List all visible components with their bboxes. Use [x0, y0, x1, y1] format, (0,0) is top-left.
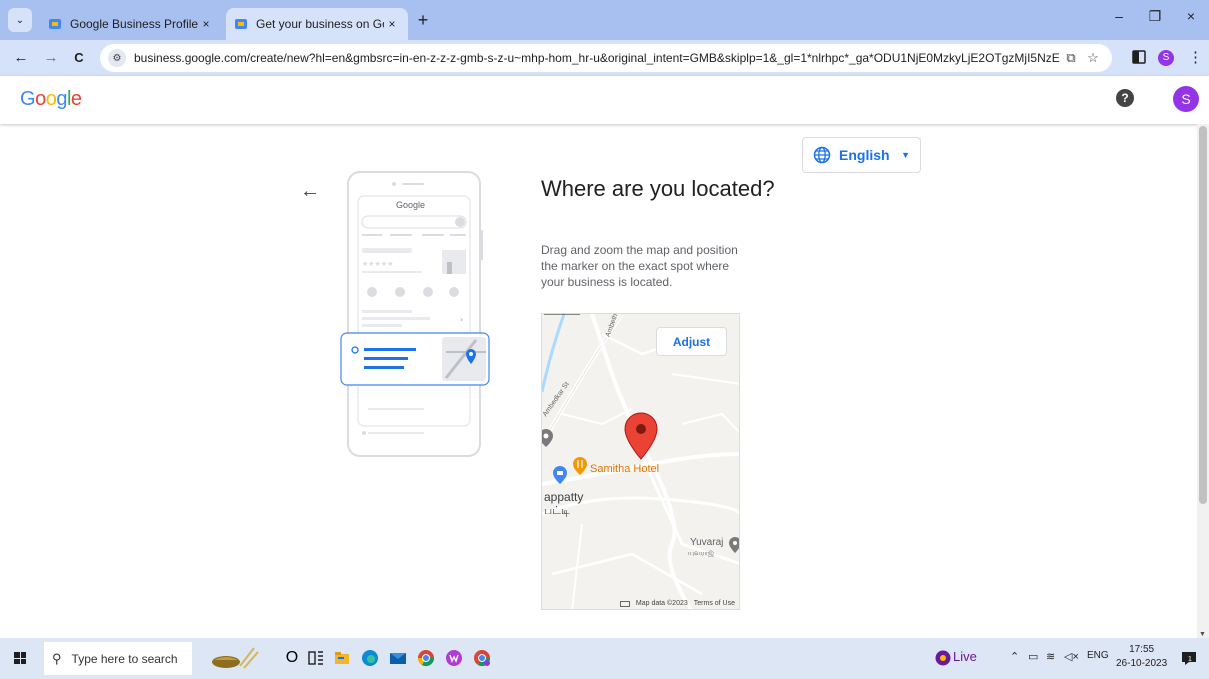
browser-menu-icon[interactable]: ⋮ [1188, 48, 1203, 66]
tray-overflow-icon[interactable]: ⌃ [1010, 650, 1019, 663]
place-label-tamil: யுவராஜ் [688, 550, 714, 557]
live-label[interactable]: Live [953, 649, 977, 664]
page-title: Where are you located? [541, 176, 775, 201]
illustration-google-wordmark: Google [396, 200, 426, 210]
search-placeholder: Type here to search [71, 651, 178, 666]
windows-taskbar: ⚲ Type here to search O Live ⌃ ▭ ≋ ◁× EN… [0, 638, 1209, 679]
chrome-icon[interactable] [416, 648, 436, 668]
language-label: English [839, 147, 890, 163]
file-explorer-icon[interactable] [332, 648, 352, 668]
shopping-pin-icon [553, 466, 567, 484]
tab-search-button[interactable]: ⌄ [8, 8, 32, 32]
page-header: Google ? S [0, 76, 1209, 124]
location-marker-icon[interactable] [624, 412, 658, 460]
tab-title: Google Business Profile – Get l [70, 17, 198, 31]
mail-icon[interactable] [388, 648, 408, 668]
windows-start-icon[interactable] [14, 652, 26, 664]
google-logo[interactable]: Google [20, 88, 82, 111]
address-bar[interactable]: ⚙ business.google.com/create/new?hl=en&g… [100, 44, 1112, 72]
place-pin-icon [729, 537, 739, 553]
site-info-icon[interactable]: ⚙ [108, 49, 126, 67]
browser-toolbar: ← → C ⚙ business.google.com/create/new?h… [0, 40, 1209, 76]
tab-close-icon[interactable]: × [198, 17, 214, 31]
chevron-down-icon: ▼ [901, 150, 910, 160]
svg-text:›: › [460, 315, 463, 324]
browser-tab-bar: ⌄ Google Business Profile – Get l × Get … [0, 0, 1209, 40]
account-avatar[interactable]: S [1173, 86, 1199, 112]
reload-button[interactable]: C [68, 48, 90, 70]
new-tab-button[interactable]: + [412, 10, 434, 32]
business-profile-favicon-icon [48, 17, 62, 31]
terms-of-use-link[interactable]: Terms of Use [694, 600, 735, 607]
map-data-label: Map data ©2023 [635, 600, 688, 607]
back-button[interactable]: ← [10, 48, 32, 70]
tab-title: Get your business on Google [256, 17, 384, 31]
notification-center-icon[interactable]: 1 [1180, 649, 1198, 667]
url-text[interactable]: business.google.com/create/new?hl=en&gmb… [134, 51, 1060, 65]
tab-google-business-profile[interactable]: Google Business Profile – Get l × [40, 8, 222, 40]
language-selector[interactable]: English ▼ [802, 137, 921, 173]
globe-icon [813, 146, 831, 164]
place-label: appatty [544, 490, 584, 504]
diya-widget-icon[interactable] [210, 646, 260, 670]
tab-get-your-business[interactable]: Get your business on Google × [226, 8, 408, 40]
map-footer: Map data ©2023 Terms of Use [619, 600, 735, 607]
taskbar-search[interactable]: ⚲ Type here to search [44, 642, 192, 675]
close-window-button[interactable]: × [1176, 8, 1206, 24]
battery-icon[interactable]: ▭ [1028, 650, 1038, 663]
back-arrow-icon[interactable]: ← [300, 180, 320, 203]
edge-browser-icon[interactable] [360, 648, 380, 668]
place-label: Yuvaraj [690, 537, 724, 548]
input-language[interactable]: ENG [1087, 650, 1109, 661]
cast-icon[interactable]: ⧉ [1060, 50, 1082, 66]
adjust-map-button[interactable]: Adjust [656, 327, 727, 356]
help-icon[interactable]: ? [1116, 89, 1134, 107]
browser-profile-avatar[interactable]: S [1158, 50, 1174, 66]
system-clock[interactable]: 17:55 26-10-2023 [1116, 643, 1167, 671]
task-view-icon[interactable] [306, 648, 326, 668]
notification-count: 1 [1188, 656, 1192, 663]
svg-text:★★★★★: ★★★★★ [362, 260, 393, 268]
main-content: ← ★★★★★ › Google English ▼ Where are you… [0, 124, 1197, 638]
bookmark-star-icon[interactable]: ☆ [1082, 50, 1104, 66]
business-profile-favicon-icon [234, 17, 248, 31]
clock-time: 17:55 [1129, 644, 1155, 655]
clock-date: 26-10-2023 [1116, 658, 1168, 669]
wps-office-icon[interactable] [444, 648, 464, 668]
place-label-tamil: பட்டி [544, 505, 570, 517]
hotel-label: Samitha Hotel [590, 463, 660, 475]
scrollbar-thumb[interactable] [1199, 126, 1207, 504]
tab-close-icon[interactable]: × [384, 17, 400, 31]
side-panel-icon[interactable] [1132, 50, 1146, 64]
wifi-icon[interactable]: ≋ [1046, 650, 1055, 663]
page-scrollbar[interactable]: ▼ [1197, 124, 1209, 638]
scroll-down-arrow-icon[interactable]: ▼ [1199, 631, 1206, 638]
location-card-illustration [340, 332, 490, 386]
chrome-profile-icon[interactable] [472, 648, 492, 668]
restore-button[interactable]: ❐ [1140, 8, 1170, 25]
live-streaming-icon[interactable] [935, 650, 951, 666]
phone-illustration: ★★★★★ › [347, 171, 483, 457]
restaurant-pin-icon [573, 457, 587, 475]
location-map[interactable]: Adjust Ambedkar St Ambeth Samitha Hotel … [541, 313, 740, 610]
place-pin-icon [542, 429, 553, 447]
minimize-button[interactable]: – [1104, 8, 1134, 24]
volume-muted-icon[interactable]: ◁× [1064, 650, 1079, 663]
forward-button[interactable]: → [40, 48, 62, 70]
keyboard-icon[interactable] [619, 600, 630, 607]
cortana-icon[interactable]: O [282, 648, 302, 668]
page-description: Drag and zoom the map and position the m… [541, 243, 738, 289]
search-icon: ⚲ [52, 650, 62, 666]
